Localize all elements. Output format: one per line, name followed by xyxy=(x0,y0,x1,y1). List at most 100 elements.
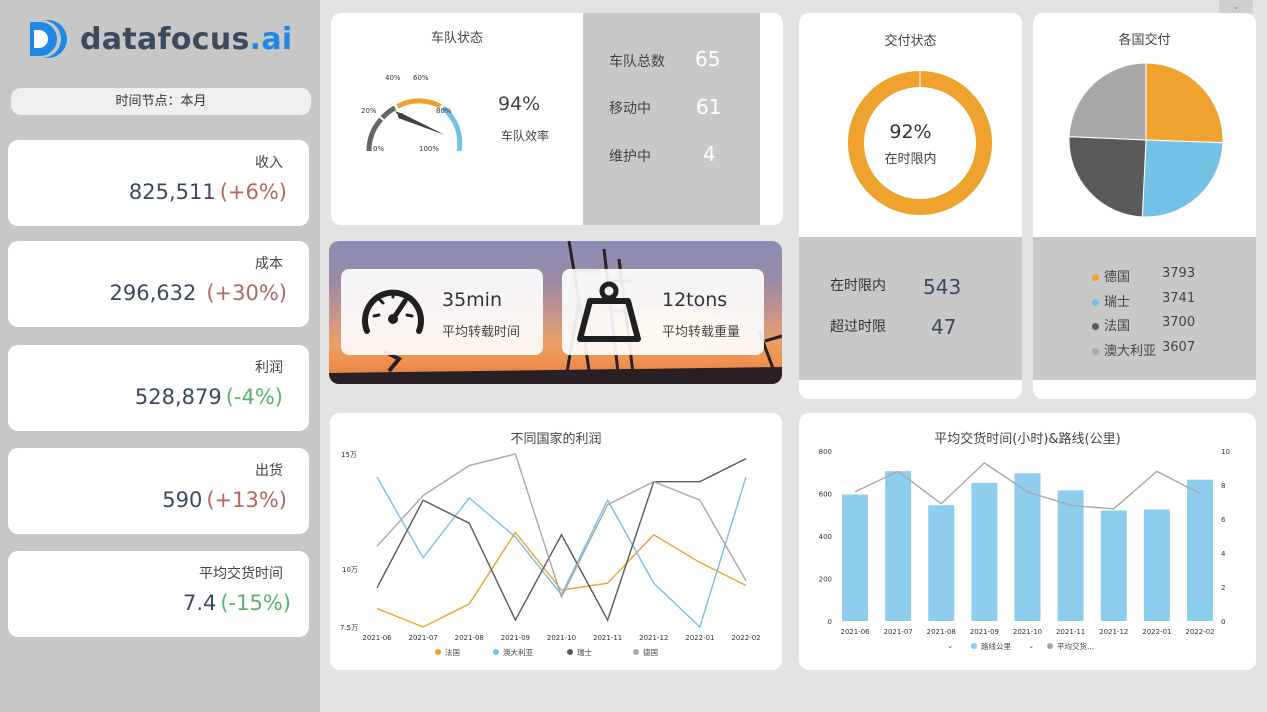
kpi-value: 528,879 xyxy=(134,385,222,409)
gauge-tick: 20% xyxy=(361,107,377,115)
turnaround-label: 平均转载时间 xyxy=(442,325,521,340)
kpi-card-shipments: 出货 590 (+13%) xyxy=(8,448,309,534)
fleet-stat-value: 65 xyxy=(695,47,721,71)
kpi-value-row: 7.4 (-15%) xyxy=(183,591,291,615)
x-tick-label: 2021-10 xyxy=(547,634,576,642)
kpi-card-delivery-time: 平均交货时间 7.4 (-15%) xyxy=(8,551,309,637)
y2-tick-label: 4 xyxy=(1221,550,1226,558)
country-legend-item: 澳大利亚 3607 xyxy=(1092,340,1195,359)
y2-tick-label: 2 xyxy=(1221,584,1225,592)
bar xyxy=(971,482,998,621)
legend-swatch xyxy=(435,649,441,655)
country-profit-card: 不同国家的利润 15万 10万 7.5万 2021-06 2021-07 2021-08 2… xyxy=(330,413,782,670)
load-weight-value: 12tons xyxy=(662,289,728,311)
x-tick-label: 2021-08 xyxy=(927,628,956,636)
logo-icon xyxy=(30,20,67,58)
on-time-label: 在时限内 xyxy=(830,278,886,294)
y-tick-label: 600 xyxy=(819,491,832,499)
kpi-change: (+30%) xyxy=(206,281,287,305)
x-tick-label: 2021-11 xyxy=(593,634,622,642)
legend-country: 澳大利亚 xyxy=(1104,344,1157,359)
x-tick-label: 2021-06 xyxy=(840,628,870,636)
bar xyxy=(1057,490,1084,621)
legend-label: 澳大利亚 xyxy=(503,647,533,657)
pie-slice xyxy=(1141,139,1224,218)
x-tick-label: 2021-07 xyxy=(884,628,913,636)
gauge-tick: 60% xyxy=(413,74,429,82)
legend-value: 3793 xyxy=(1162,266,1196,281)
x-tick-label: 2021-12 xyxy=(1099,628,1128,636)
gauge-tick: 0% xyxy=(373,145,384,153)
weight-icon xyxy=(577,281,641,342)
kpi-change: (-15%) xyxy=(220,591,291,615)
country-legend-item: 德国 3793 xyxy=(1092,266,1195,285)
kpi-label: 成本 xyxy=(255,256,283,272)
delivery-stats-panel: 在时限内 543 超过时限 47 xyxy=(799,237,1022,380)
bar xyxy=(842,494,868,621)
x-tick-label: 2021-07 xyxy=(409,634,438,642)
bar xyxy=(1187,479,1213,621)
y2-tick-label: 0 xyxy=(1221,618,1225,626)
x-tick-label: 2021-10 xyxy=(1013,628,1042,636)
fleet-stat-value: 61 xyxy=(696,95,722,119)
legend-label: 法国 xyxy=(445,647,460,657)
legend-swatch xyxy=(1092,323,1099,330)
kpi-label: 平均交货时间 xyxy=(199,566,283,582)
legend-label: 路线公里 xyxy=(981,641,1011,651)
legend-swatch xyxy=(567,649,573,655)
legend-dropdown-icon: ⌄ xyxy=(1028,641,1034,650)
x-tick-label: 2021-12 xyxy=(639,634,668,642)
gauge-hub xyxy=(398,113,404,119)
oil-field-banner: 35min 平均转载时间 12tons 平均转载重量 xyxy=(329,241,782,384)
legend-label: 瑞士 xyxy=(577,647,592,657)
pie-slice xyxy=(1068,62,1147,141)
x-tick-label: 2022-01 xyxy=(685,634,714,642)
kpi-card-revenue: 收入 825,511 (+6%) xyxy=(8,140,309,226)
x-tick-label: 2021-11 xyxy=(1056,628,1085,636)
donut-on-time-arc xyxy=(848,71,992,215)
series-line xyxy=(376,453,747,599)
delivery-donut xyxy=(848,71,992,215)
brand-logo: datafocus.ai xyxy=(28,14,293,64)
kpi-card-cost: 成本 296,632 (+30%) xyxy=(8,241,309,327)
brand-name: datafocus.ai xyxy=(80,22,293,57)
legend-label: 平均交货... xyxy=(1057,641,1094,651)
bar xyxy=(1014,473,1041,621)
fleet-gauge: 0% 20% 40% 60% 80% 100% xyxy=(361,74,463,153)
gauge-segment xyxy=(396,98,442,109)
gauge-tick: 80% xyxy=(436,107,452,115)
fleet-stat-label: 移动中 xyxy=(609,101,651,117)
sidebar: datafocus.ai 时间节点：本月 收入 825,511 (+6%) 成本 … xyxy=(0,0,320,712)
legend-value: 3607 xyxy=(1162,340,1196,355)
x-tick-label: 2022-01 xyxy=(1142,628,1171,636)
legend-country: 德国 xyxy=(1104,270,1131,285)
fleet-efficiency-label: 车队效率 xyxy=(501,129,550,143)
legend-value: 3700 xyxy=(1162,315,1196,330)
speedometer-icon xyxy=(362,289,424,334)
kpi-value: 296,632 xyxy=(109,281,197,305)
legend-swatch xyxy=(971,643,977,649)
legend-swatch xyxy=(1092,348,1099,355)
gauge-tick: 100% xyxy=(419,145,439,153)
y2-tick-label: 8 xyxy=(1221,482,1225,490)
delivery-pct: 92% xyxy=(889,121,932,143)
legend-swatch xyxy=(633,649,639,655)
bar xyxy=(1100,510,1127,621)
legend-country: 瑞士 xyxy=(1104,295,1131,310)
legend-swatch xyxy=(493,649,499,655)
turnaround-value: 35min xyxy=(442,289,503,311)
legend-swatch xyxy=(1092,274,1099,281)
brand-name-ext: .ai xyxy=(249,21,293,57)
gauge-tick: 40% xyxy=(385,74,401,82)
country-legend-item: 瑞士 3741 xyxy=(1092,291,1195,310)
delivery-pct-label: 在时限内 xyxy=(884,152,937,167)
time-node-selector[interactable]: 时间节点：本月 xyxy=(11,88,311,115)
y-tick-label: 0 xyxy=(828,618,832,626)
delivery-route-combo-chart[interactable]: 0 200 400 600 800 0 2 4 6 8 10 2021-06 2021-07 2021-0… xyxy=(799,413,1256,670)
country-profit-line-chart: 15万 10万 7.5万 2021-06 2021-07 2021-08 2021-09 20… xyxy=(340,451,761,657)
x-tick-label: 2022-02 xyxy=(731,634,760,642)
legend-dropdown-icon: ⌄ xyxy=(947,641,953,650)
kpi-value: 7.4 xyxy=(182,591,217,615)
kpi-label: 出货 xyxy=(255,463,283,479)
fleet-title: 车队状态 xyxy=(430,31,483,46)
